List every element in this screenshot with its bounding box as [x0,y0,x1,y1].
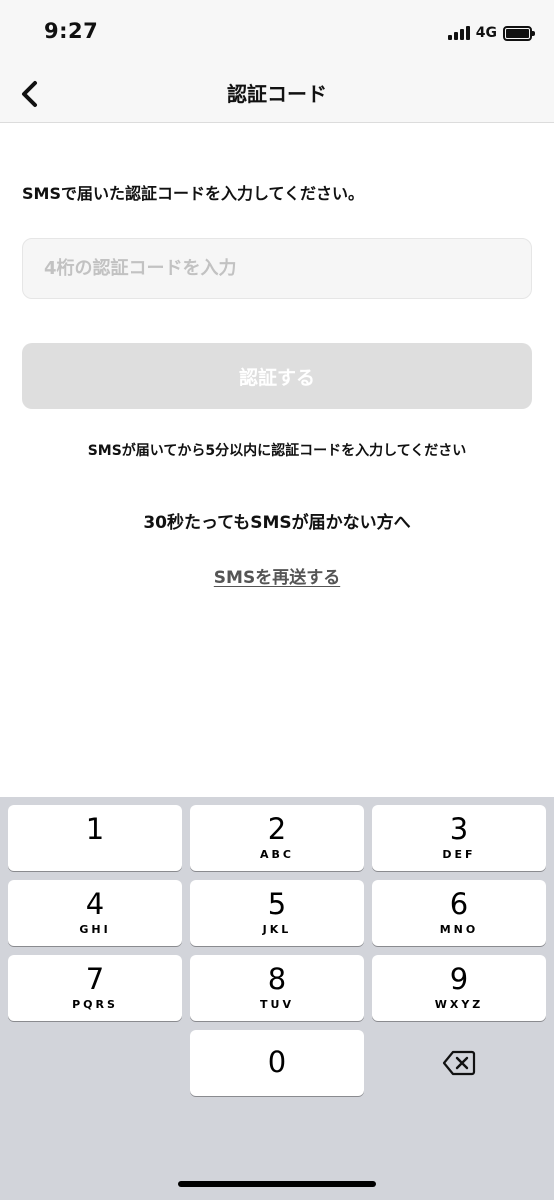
time-limit-hint: SMSが届いてから5分以内に認証コードを入力してください [87,443,467,459]
delete-key[interactable] [372,1030,546,1096]
verify-button[interactable]: 認証する [22,343,532,409]
verification-code-input[interactable] [22,238,532,299]
key-2[interactable]: 2 ABC [190,805,364,871]
network-type: 4G [475,25,497,41]
key-5[interactable]: 5 JKL [190,880,364,946]
page-title: 認証コード [227,82,327,106]
key-4[interactable]: 4 GHI [8,880,182,946]
nav-bar: 認証コード [0,66,554,123]
status-bar: 9:27 4G [0,0,554,66]
resend-sms-link[interactable]: SMSを再送する [0,563,554,588]
backspace-icon [442,1050,476,1076]
instruction-text: SMSで届いた認証コードを入力してください。 [22,184,365,203]
key-1[interactable]: 1 [8,805,182,871]
signal-icon [447,26,470,40]
battery-icon [503,25,535,41]
no-sms-heading: 30秒たってもSMSが届かない方へ [143,513,411,533]
home-indicator [178,1181,376,1187]
key-9[interactable]: 9 WXYZ [372,955,546,1021]
status-time: 9:27 [44,19,99,43]
key-7[interactable]: 7 PQRS [8,955,182,1021]
key-0[interactable]: 0 [190,1030,364,1096]
key-6[interactable]: 6 MNO [372,880,546,946]
key-3[interactable]: 3 DEF [372,805,546,871]
status-indicators: 4G [447,22,535,44]
key-8[interactable]: 8 TUV [190,955,364,1021]
